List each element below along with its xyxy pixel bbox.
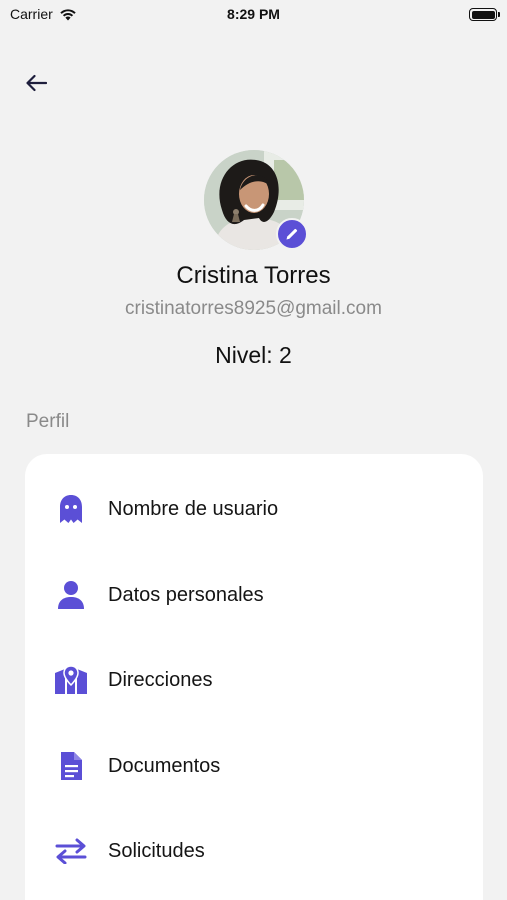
pencil-icon (286, 228, 298, 240)
avatar-container (204, 150, 308, 252)
menu-item-personal-data[interactable]: Datos personales (25, 565, 483, 625)
menu-item-requests[interactable]: Solicitudes (25, 821, 483, 881)
person-icon (54, 578, 88, 612)
menu-item-addresses[interactable]: Direcciones (25, 650, 483, 710)
menu-item-label: Documentos (108, 754, 221, 777)
map-marker-icon (54, 663, 88, 697)
clock: 8:29 PM (227, 6, 280, 22)
profile-email: cristinatorres8925@gmail.com (125, 298, 382, 319)
profile-menu-card: Nombre de usuario Datos personales Direc… (25, 454, 483, 900)
back-button[interactable] (20, 68, 52, 98)
menu-item-documents[interactable]: Documentos (25, 736, 483, 796)
battery-icon (469, 8, 500, 21)
section-title: Perfil (26, 411, 70, 432)
menu-item-label: Solicitudes (108, 839, 205, 862)
document-icon (54, 749, 88, 783)
menu-item-label: Datos personales (108, 583, 264, 606)
edit-avatar-button[interactable] (276, 218, 308, 250)
status-bar: Carrier 8:29 PM (0, 0, 507, 30)
swap-arrows-icon (54, 834, 88, 868)
profile-level: Nivel: 2 (215, 342, 292, 368)
ghost-icon (54, 492, 88, 526)
menu-item-username[interactable]: Nombre de usuario (25, 479, 483, 539)
menu-item-label: Direcciones (108, 668, 213, 691)
profile-name: Cristina Torres (176, 262, 331, 289)
menu-item-label: Nombre de usuario (108, 497, 279, 520)
arrow-left-icon (26, 74, 47, 92)
